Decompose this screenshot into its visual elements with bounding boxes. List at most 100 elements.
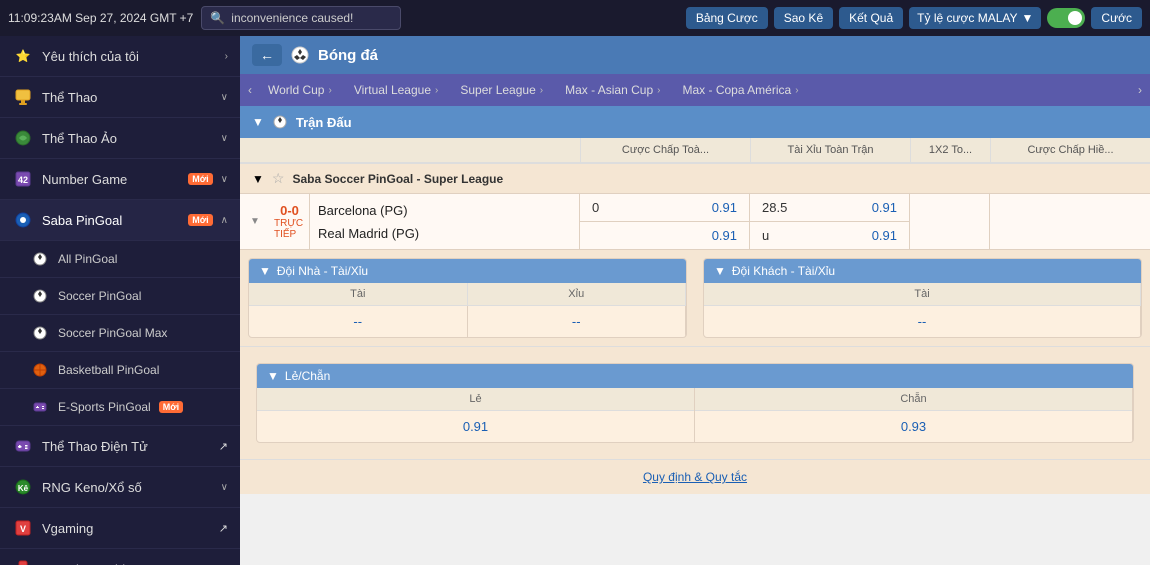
chevron-down-icon: ▼: [250, 216, 260, 227]
external-link-icon: ↗: [219, 522, 228, 535]
tab-super-league[interactable]: Super League ›: [450, 79, 553, 101]
tab-arrow: ›: [795, 85, 798, 96]
collapse-arrow[interactable]: ▼: [267, 369, 279, 383]
team1-name: Barcelona (PG): [318, 203, 571, 218]
th-tai: Tài: [249, 283, 468, 305]
sidebar-item-vgaming-mobi[interactable]: Vgaming Mobi ↗: [0, 549, 240, 565]
sub-item-label: Soccer PinGoal Max: [58, 326, 167, 340]
sub-item-soccer-pingoal[interactable]: Soccer PinGoal: [0, 278, 240, 315]
le-value[interactable]: 0.91: [257, 411, 694, 442]
right-scroll-icon[interactable]: ›: [1134, 83, 1146, 97]
sidebar-item-number-game[interactable]: 42 Number Game Mới ∨: [0, 159, 240, 200]
tab-label: Max - Asian Cup: [565, 83, 653, 97]
sub-item-all-pingoal[interactable]: All PinGoal: [0, 241, 240, 278]
sidebar-item-rng-keno[interactable]: Kê RNG Keno/Xổ số ∨: [0, 467, 240, 508]
tab-arrow: ›: [435, 85, 438, 96]
doi-khach-title: Đội Khách - Tài/Xỉu: [732, 264, 835, 278]
doi-khach-section: ▼ Đội Khách - Tài/Xỉu Tài --: [703, 258, 1142, 338]
odds-val1: 0.91: [712, 200, 737, 215]
match-row: ▼ 0-0 TRỰC TIẾP Barcelona (PG) Real Madr…: [240, 194, 1150, 250]
sidebar: ⭐ Yêu thích của tôi › Thể Thao ∨: [0, 36, 240, 565]
home-away-sections: ▼ Đội Nhà - Tài/Xỉu Tài Xỉu -- -- ▼ Đội …: [240, 250, 1150, 347]
sidebar-item-saba-pingoal[interactable]: Saba PinGoal Mới ∧: [0, 200, 240, 241]
doi-nha-values: -- --: [249, 306, 686, 337]
col-header-cuoc-chap: Cược Chấp Toà...: [580, 138, 750, 162]
new-badge: Mới: [188, 214, 212, 226]
league-name: Saba Soccer PinGoal - Super League: [292, 172, 503, 186]
doi-nha-section: ▼ Đội Nhà - Tài/Xỉu Tài Xỉu -- --: [248, 258, 687, 338]
sub-item-basketball-pingoal[interactable]: Basketball PinGoal: [0, 352, 240, 389]
chevron-up-icon: ∧: [221, 215, 228, 226]
col-header-tai-xiu: Tài Xỉu Toàn Trận: [750, 138, 910, 162]
tab-asian-cup[interactable]: Max - Asian Cup ›: [555, 79, 670, 101]
bang-cuoc-button[interactable]: Bảng Cược: [686, 7, 768, 29]
th-xiu: Xỉu: [468, 283, 687, 305]
doi-nha-headers: Tài Xỉu: [249, 283, 686, 306]
new-badge: Mới: [159, 401, 183, 413]
footer-link[interactable]: Quy định & Quy tắc: [643, 470, 747, 484]
le-chan-title: Lẻ/Chẵn: [285, 369, 330, 383]
tai-xiu-col: 28.5 0.91 u 0.91: [750, 194, 910, 249]
sidebar-item-label: Saba PinGoal: [42, 213, 180, 228]
le-header: Lẻ: [257, 388, 694, 411]
collapse-arrow[interactable]: ▼: [259, 264, 271, 278]
tab-world-cup[interactable]: World Cup ›: [258, 79, 342, 101]
search-text: inconvenience caused!: [231, 11, 353, 25]
col-header-1x2: 1X2 To...: [910, 138, 990, 162]
handicap-team2[interactable]: 0.91: [580, 222, 749, 249]
sidebar-item-the-thao-dien-tu[interactable]: Thể Thao Điện Tử ↗: [0, 426, 240, 467]
sidebar-item-vgaming[interactable]: V Vgaming ↗: [0, 508, 240, 549]
vgaming-mobi-icon: [12, 558, 34, 565]
handicap-team1[interactable]: 0 0.91: [580, 194, 749, 222]
favorite-star-icon[interactable]: ☆: [272, 170, 285, 187]
search-icon: 🔍: [210, 11, 225, 25]
cuoc-button[interactable]: Cước: [1091, 7, 1142, 29]
sub-item-soccer-pingoal-max[interactable]: Soccer PinGoal Max: [0, 315, 240, 352]
collapse-arrow-league[interactable]: ▼: [252, 172, 264, 186]
collapse-arrow[interactable]: ▼: [252, 115, 264, 129]
collapse-arrow[interactable]: ▼: [714, 264, 726, 278]
doi-nha-xiu-val[interactable]: --: [468, 306, 687, 337]
match-status: TRỰC TIẾP: [274, 218, 305, 240]
sidebar-item-yeu-thich[interactable]: ⭐ Yêu thích của tôi ›: [0, 36, 240, 77]
left-scroll-icon[interactable]: ‹: [244, 83, 256, 97]
sao-ke-button[interactable]: Sao Kê: [774, 7, 833, 29]
soccer-ball-icon: [30, 286, 50, 306]
match-collapse[interactable]: ▼: [240, 194, 270, 249]
doi-khach-tai-val[interactable]: --: [704, 306, 1141, 337]
xiu-label: u: [762, 228, 769, 243]
sidebar-item-the-thao-ao[interactable]: Thể Thao Ảo ∨: [0, 118, 240, 159]
odds-select[interactable]: Tỷ lệ cược MALAY ▼: [909, 7, 1041, 29]
tab-virtual-league[interactable]: Virtual League ›: [344, 79, 449, 101]
main-layout: ⭐ Yêu thích của tôi › Thể Thao ∨: [0, 36, 1150, 565]
virtual-sport-icon: [12, 127, 34, 149]
svg-text:Kê: Kê: [18, 484, 29, 493]
tab-copa-america[interactable]: Max - Copa América ›: [672, 79, 808, 101]
doi-nha-tai-val[interactable]: --: [249, 306, 468, 337]
chan-value[interactable]: 0.93: [695, 411, 1132, 442]
tab-arrow: ›: [540, 85, 543, 96]
keno-icon: Kê: [12, 476, 34, 498]
betting-table: Cược Chấp Toà... Tài Xỉu Toàn Trận 1X2 T…: [240, 138, 1150, 250]
doi-nha-title: Đội Nhà - Tài/Xỉu: [277, 264, 368, 278]
tai-xiu-handicap: 28.5: [762, 200, 787, 215]
table-header: Cược Chấp Toà... Tài Xỉu Toàn Trận 1X2 T…: [240, 138, 1150, 164]
topbar: 11:09:23AM Sep 27, 2024 GMT +7 🔍 inconve…: [0, 0, 1150, 36]
sub-item-esports-pingoal[interactable]: E-Sports PinGoal Mới: [0, 389, 240, 426]
tai-val: 0.91: [872, 200, 897, 215]
doi-khach-header: ▼ Đội Khách - Tài/Xỉu: [704, 259, 1141, 283]
ket-qua-button[interactable]: Kết Quả: [839, 7, 903, 29]
xiu-row[interactable]: u 0.91: [750, 222, 909, 249]
chevron-down-icon: ∨: [221, 174, 228, 185]
content-footer: Quy định & Quy tắc: [240, 459, 1150, 494]
tai-row[interactable]: 28.5 0.91: [750, 194, 909, 222]
1x2-col: [910, 194, 990, 249]
sidebar-item-the-thao[interactable]: Thể Thao ∨: [0, 77, 240, 118]
sidebar-item-label: Number Game: [42, 172, 180, 187]
toggle-switch[interactable]: [1047, 8, 1085, 28]
new-badge: Mới: [188, 173, 212, 185]
back-button[interactable]: ←: [252, 44, 282, 66]
trophy-icon: [12, 86, 34, 108]
chevron-down-icon: ∨: [221, 133, 228, 144]
search-box[interactable]: 🔍 inconvenience caused!: [201, 6, 401, 30]
